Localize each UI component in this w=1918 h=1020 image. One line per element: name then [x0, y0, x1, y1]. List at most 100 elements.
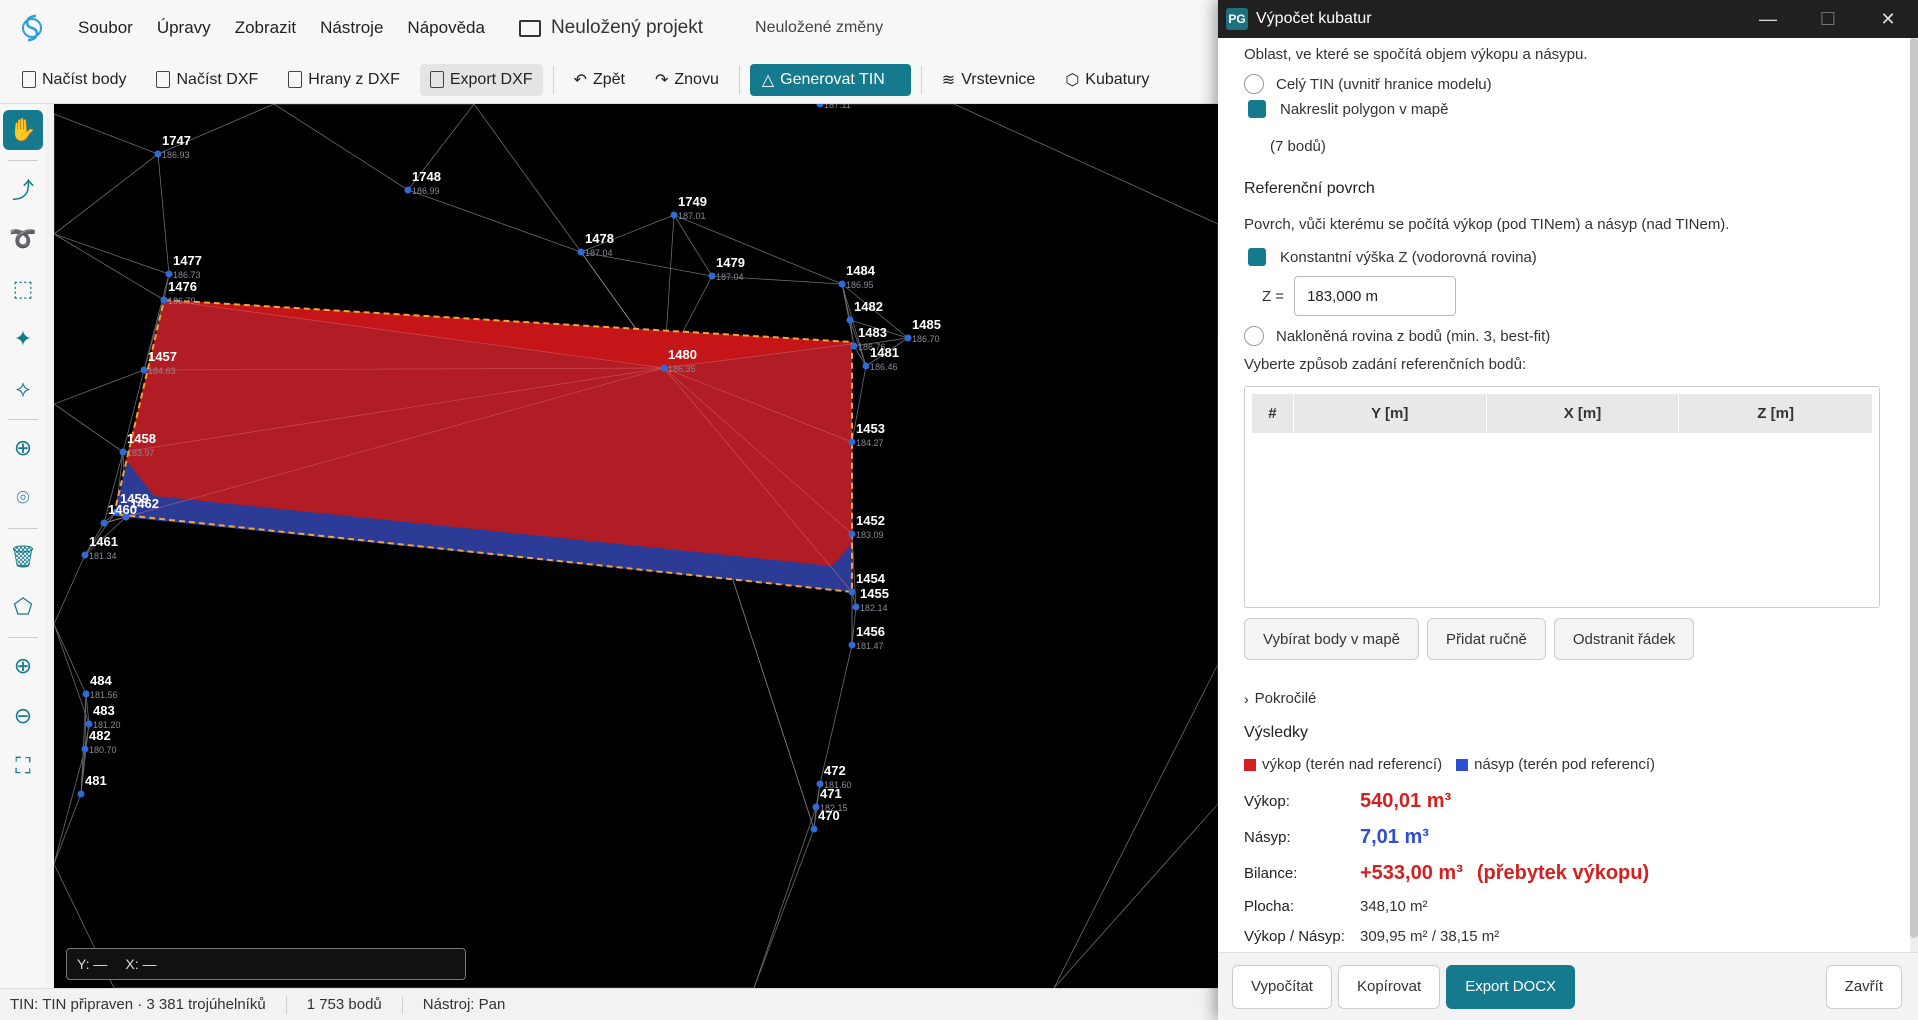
survey-point[interactable] — [838, 280, 846, 288]
copy-button[interactable]: Kopírovat — [1337, 964, 1441, 1009]
tool-divider — [8, 419, 38, 420]
cut-value: 540,01 m³ — [1360, 790, 1452, 812]
polygon-icon[interactable]: ⬠ — [3, 587, 43, 627]
col-y[interactable]: Y [m] — [1292, 393, 1487, 434]
zoom-out-icon[interactable]: ⊖ — [3, 696, 43, 736]
menu-help[interactable]: Nápověda — [407, 18, 485, 38]
point-elevation-label: 182.14 — [860, 603, 888, 613]
left-tool-column: ✋ ⤴ ➰ ⬚ ✦ ⟡ ⊕ ⌾ 🗑 ⬠ ⊕ ⊖ ⛶ — [0, 104, 46, 988]
survey-point[interactable] — [848, 530, 856, 538]
magic-wand-icon[interactable]: ✦ — [3, 319, 43, 359]
survey-point[interactable] — [165, 270, 173, 278]
point-marker-icon[interactable]: ⌾ — [3, 478, 43, 518]
option-tilted-plane[interactable]: Nakloněná rovina z bodů (min. 3, best-fi… — [1244, 326, 1550, 346]
minimize-icon[interactable]: — — [1738, 9, 1798, 30]
survey-point[interactable] — [848, 641, 856, 649]
survey-point[interactable] — [577, 248, 585, 256]
checkbox-polygon[interactable] — [1248, 100, 1266, 118]
generate-tin-button[interactable]: △ Generovat TIN — [749, 63, 911, 96]
load-dxf-label: Načíst DXF — [176, 70, 259, 88]
survey-point[interactable] — [852, 603, 860, 611]
edge-connect-icon[interactable]: ⟡ — [3, 369, 43, 409]
close-button[interactable]: Zavřít — [1825, 964, 1902, 1009]
dialog-titlebar[interactable]: PG Výpočet kubatur — ☐ ✕ — [1218, 0, 1918, 38]
survey-point[interactable] — [670, 211, 678, 219]
survey-point[interactable] — [862, 362, 870, 370]
point-elevation-label: 186.99 — [412, 186, 440, 196]
contours-button[interactable]: ≋ Vrstevnice — [932, 64, 1046, 96]
app-logo-icon — [16, 12, 48, 44]
export-dxf-button[interactable]: Export DXF — [419, 63, 543, 96]
survey-point[interactable] — [810, 825, 818, 833]
survey-point[interactable] — [848, 438, 856, 446]
survey-point[interactable] — [82, 690, 90, 698]
redo-button[interactable]: ↷ Znovu — [645, 64, 729, 96]
load-points-button[interactable]: Načíst body — [12, 64, 136, 96]
point-id-label: 481 — [85, 773, 107, 788]
survey-point[interactable] — [850, 342, 858, 350]
survey-point[interactable] — [154, 150, 162, 158]
tin-map[interactable]: 1747 186.93 1748 186.99 1749 187.01 1478 187.04… — [54, 104, 1218, 988]
zoom-in-icon[interactable]: ⊕ — [3, 646, 43, 686]
survey-point[interactable] — [846, 316, 854, 324]
ref-surface-title: Referenční povrch — [1244, 180, 1375, 197]
maximize-icon[interactable]: ☐ — [1798, 9, 1858, 30]
pick-points-button[interactable]: Vybírat body v mapě — [1244, 618, 1420, 660]
fit-extent-icon[interactable]: ⛶ — [3, 746, 43, 786]
survey-point[interactable] — [160, 296, 168, 304]
volumes-button[interactable]: ⬡ Kubatury — [1055, 64, 1159, 96]
survey-point[interactable] — [140, 366, 148, 374]
menu-tools[interactable]: Nástroje — [320, 18, 383, 38]
advanced-toggle[interactable]: › Pokročilé — [1244, 690, 1316, 707]
survey-point[interactable] — [81, 745, 89, 753]
dialog-scrollbar[interactable] — [1910, 38, 1918, 952]
edges-from-dxf-label: Hrany z DXF — [308, 70, 400, 88]
rectangle-select-icon[interactable]: ⬚ — [3, 269, 43, 309]
radio-tilted-plane[interactable] — [1244, 326, 1264, 346]
trash-icon[interactable]: 🗑 — [3, 537, 43, 577]
remove-row-button[interactable]: Odstranit řádek — [1553, 618, 1695, 660]
hand-pan-icon[interactable]: ✋ — [3, 110, 43, 150]
polyline-icon[interactable]: ⤴ — [3, 169, 43, 209]
menu-edit[interactable]: Úpravy — [157, 18, 211, 38]
edges-from-dxf-button[interactable]: Hrany z DXF — [278, 64, 410, 96]
survey-point[interactable] — [119, 448, 127, 456]
undo-button[interactable]: ↶ Zpět — [564, 64, 635, 96]
survey-point[interactable] — [404, 186, 412, 194]
option-whole-tin[interactable]: Celý TIN (uvnitř hranice modelu) — [1244, 74, 1492, 94]
survey-point[interactable] — [848, 588, 856, 596]
menu-view[interactable]: Zobrazit — [235, 18, 296, 38]
tin-edge — [1053, 803, 1218, 988]
survey-point[interactable] — [100, 519, 108, 527]
calculate-button[interactable]: Vypočítat — [1232, 964, 1332, 1009]
load-dxf-button[interactable]: Načíst DXF — [146, 64, 268, 96]
option-polygon[interactable]: Nakreslit polygon v mapě — [1244, 100, 1448, 118]
export-docx-button[interactable]: Export DOCX — [1446, 964, 1576, 1009]
option-constant-z[interactable]: Konstantní výška Z (vodorovná rovina) — [1244, 248, 1537, 266]
survey-point[interactable] — [816, 104, 824, 108]
radio-whole-tin[interactable] — [1244, 74, 1264, 94]
survey-point[interactable] — [708, 272, 716, 280]
add-manually-button[interactable]: Přidat ručně — [1427, 618, 1546, 660]
col-z[interactable]: Z [m] — [1678, 393, 1873, 434]
col-x[interactable]: X [m] — [1485, 393, 1680, 434]
checkbox-constant-z[interactable] — [1248, 248, 1266, 266]
point-id-label: 1485 — [912, 317, 941, 332]
point-elevation-label: 184.27 — [856, 438, 884, 448]
result-cut-fill: Výkop / Násyp: 309,95 m² / 38,15 m² — [1244, 928, 1499, 945]
lasso-icon[interactable]: ➰ — [3, 219, 43, 259]
survey-point[interactable] — [85, 720, 93, 728]
scrollbar-thumb[interactable] — [1910, 38, 1918, 938]
map-canvas[interactable]: 1747 186.93 1748 186.99 1749 187.01 1478 187.04… — [54, 104, 1218, 988]
survey-point[interactable] — [660, 364, 668, 372]
survey-point[interactable] — [77, 790, 85, 798]
point-elevation-label: 186.70 — [912, 334, 940, 344]
survey-point[interactable] — [904, 334, 912, 342]
menu-file[interactable]: Soubor — [78, 18, 133, 38]
col-index[interactable]: # — [1251, 393, 1294, 434]
close-icon[interactable]: ✕ — [1858, 9, 1918, 30]
z-value-input[interactable] — [1294, 276, 1457, 316]
survey-point[interactable] — [81, 551, 89, 559]
project-indicator[interactable]: Neuložený projekt — [518, 17, 703, 39]
add-point-icon[interactable]: ⊕ — [3, 428, 43, 468]
